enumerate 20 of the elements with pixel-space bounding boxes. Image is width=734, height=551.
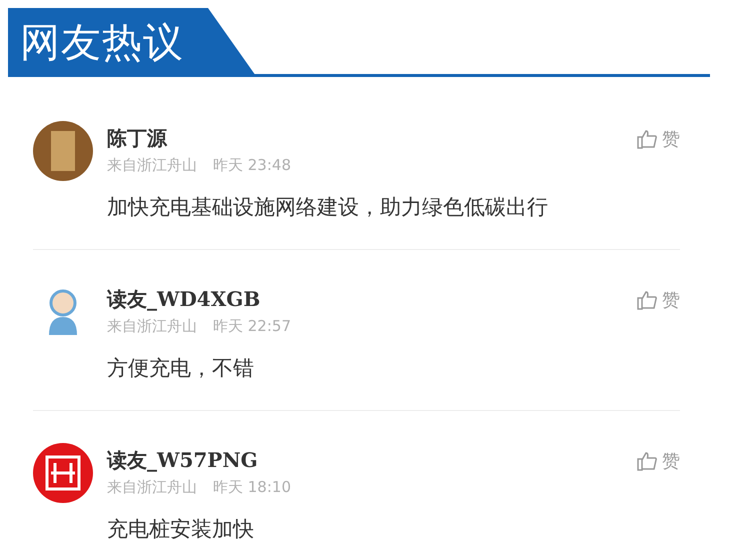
like-button[interactable]: 赞 xyxy=(636,449,680,473)
thumbs-up-icon xyxy=(636,128,658,150)
like-button[interactable]: 赞 xyxy=(636,288,680,312)
comment-text: 方便充电，不错 xyxy=(107,355,255,382)
comment-text: 加快充电基础设施网络建设，助力绿色低碳出行 xyxy=(107,194,549,221)
comment-location: 来自浙江舟山 xyxy=(107,156,197,175)
comment-text: 充电桩安装加快 xyxy=(107,516,255,543)
stamp-drawing xyxy=(43,453,83,493)
thumbs-up-icon xyxy=(636,289,658,311)
user-name: 陈丁源 xyxy=(107,125,168,152)
section-title: 网友热议 xyxy=(20,18,184,68)
comment-time: 昨天 18:10 xyxy=(213,478,291,497)
thumbs-up-icon xyxy=(636,450,658,472)
comment-time: 昨天 23:48 xyxy=(213,156,291,175)
comment-location: 来自浙江舟山 xyxy=(107,317,197,336)
user-name: 读友_WD4XGB xyxy=(107,286,262,313)
user-name: 读友_W57PNG xyxy=(107,447,259,474)
comment-location: 来自浙江舟山 xyxy=(107,478,197,497)
comment-time: 昨天 22:57 xyxy=(213,317,291,336)
like-button[interactable]: 赞 xyxy=(636,127,680,151)
